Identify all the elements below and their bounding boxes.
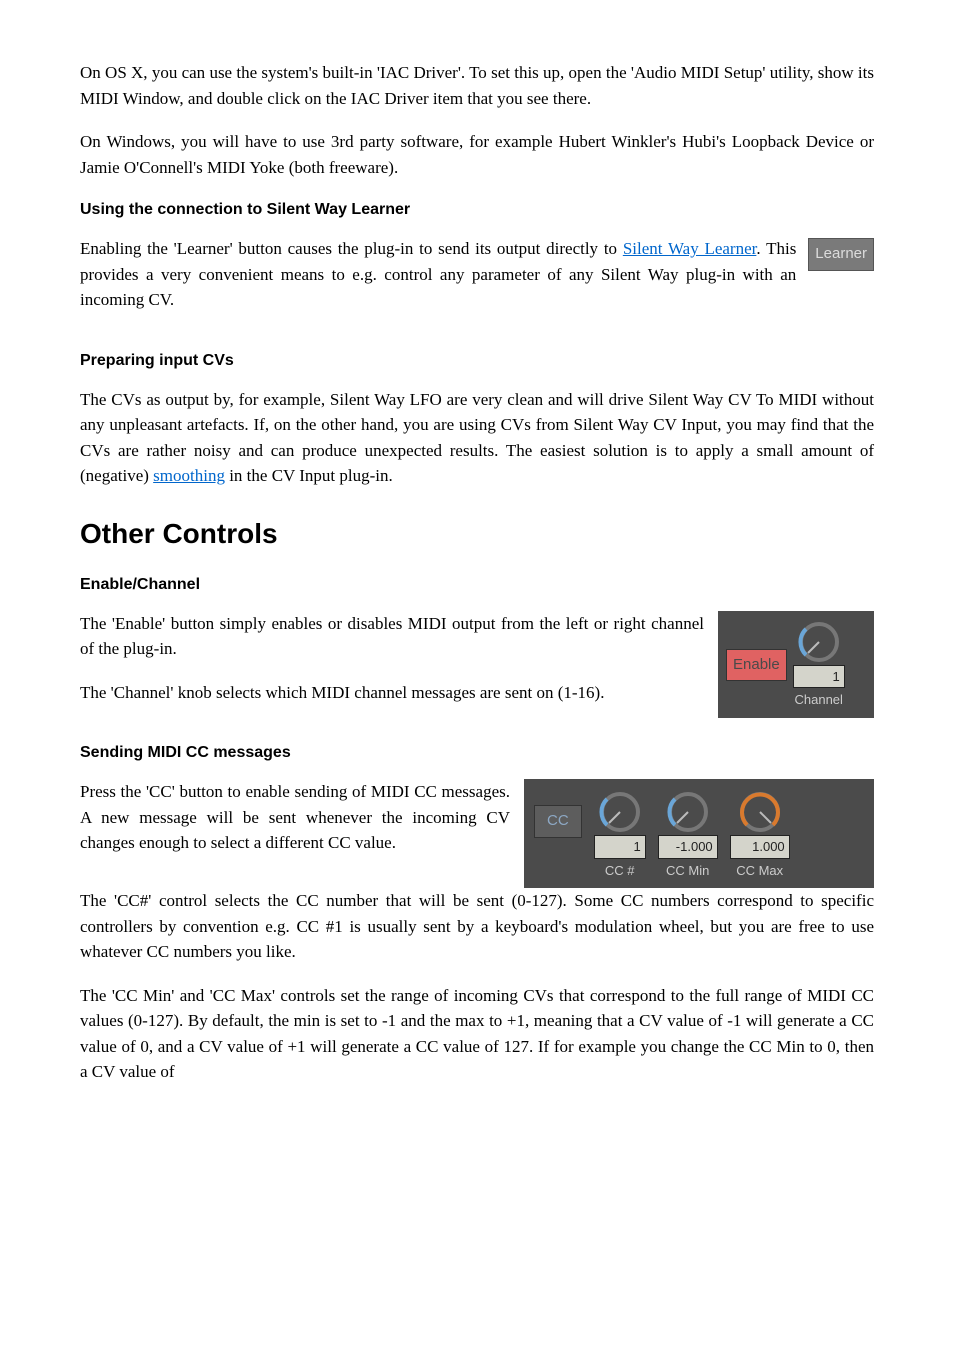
channel-value[interactable]: 1 — [793, 665, 845, 689]
channel-knob[interactable] — [798, 621, 840, 663]
text: Enabling the 'Learner' button causes the… — [80, 239, 623, 258]
silent-way-learner-link[interactable]: Silent Way Learner — [623, 239, 757, 258]
paragraph: The 'Channel' knob selects which MIDI ch… — [80, 680, 704, 706]
enable-channel-panel: Enable 1 Channel — [718, 611, 874, 718]
paragraph: The 'CC Min' and 'CC Max' controls set t… — [80, 983, 874, 1085]
cc-number-knob[interactable] — [599, 791, 641, 833]
cc-panel: CC 1 CC # -1.000 CC Min — [524, 779, 874, 888]
paragraph: On OS X, you can use the system's built-… — [80, 60, 874, 111]
learner-button[interactable]: Learner — [808, 238, 874, 271]
subheading-silent-way-learner: Using the connection to Silent Way Learn… — [80, 198, 874, 222]
cc-number-value[interactable]: 1 — [594, 835, 646, 859]
cc-min-label: CC Min — [666, 861, 709, 881]
paragraph: The 'Enable' button simply enables or di… — [80, 611, 704, 662]
paragraph: On Windows, you will have to use 3rd par… — [80, 129, 874, 180]
text: in the CV Input plug-in. — [225, 466, 393, 485]
cc-max-label: CC Max — [736, 861, 783, 881]
paragraph: The CVs as output by, for example, Silen… — [80, 387, 874, 489]
paragraph: Enabling the 'Learner' button causes the… — [80, 236, 796, 313]
cc-max-value[interactable]: 1.000 — [730, 835, 790, 859]
enable-button[interactable]: Enable — [726, 649, 787, 682]
cc-button[interactable]: CC — [534, 805, 582, 838]
paragraph: Press the 'CC' button to enable sending … — [80, 779, 510, 856]
subheading-enable-channel: Enable/Channel — [80, 573, 874, 597]
subheading-sending-midi-cc: Sending MIDI CC messages — [80, 741, 874, 765]
section-heading-other-controls: Other Controls — [80, 513, 874, 555]
cc-number-label: CC # — [605, 861, 635, 881]
subheading-preparing-input-cvs: Preparing input CVs — [80, 349, 874, 373]
paragraph: The 'CC#' control selects the CC number … — [80, 888, 874, 965]
smoothing-link[interactable]: smoothing — [153, 466, 225, 485]
cc-min-knob[interactable] — [667, 791, 709, 833]
cc-max-knob[interactable] — [739, 791, 781, 833]
channel-label: Channel — [795, 690, 843, 710]
cc-min-value[interactable]: -1.000 — [658, 835, 718, 859]
